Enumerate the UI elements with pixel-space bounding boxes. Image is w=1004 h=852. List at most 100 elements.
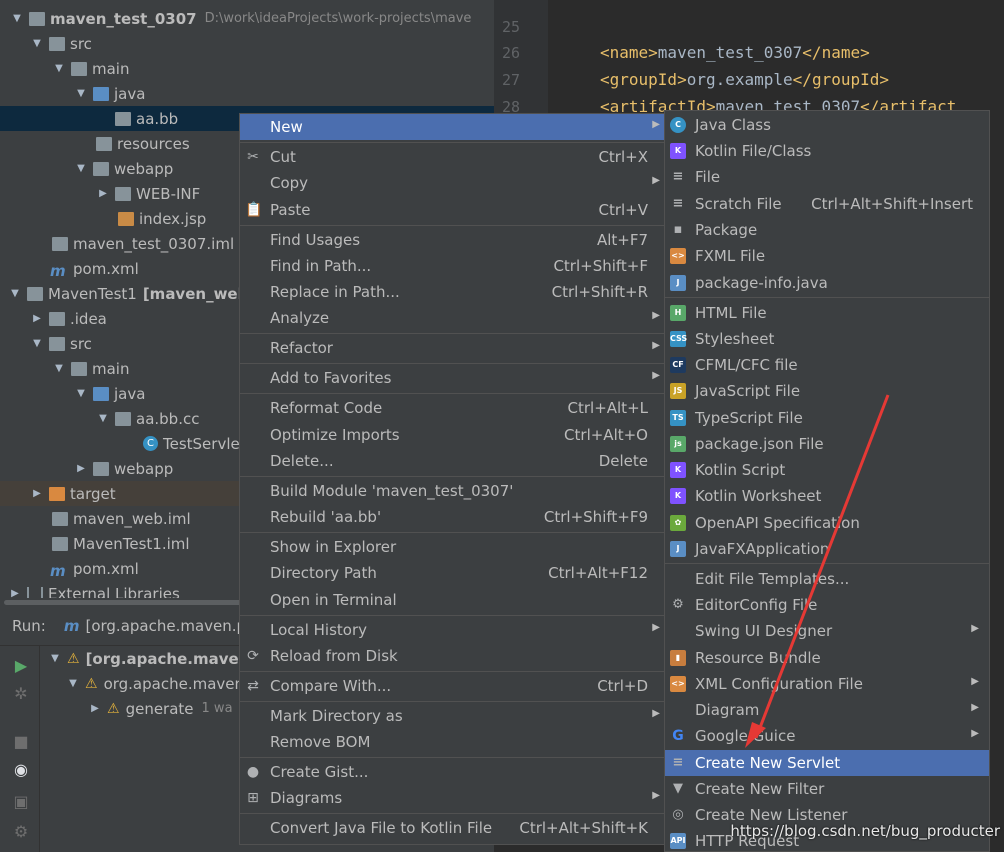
submenu-item-editorconfig-file[interactable]: ⚙ EditorConfig File bbox=[665, 592, 989, 618]
menu-item-copy[interactable]: Copy ▶ bbox=[240, 170, 664, 196]
menu-item-refactor[interactable]: Refactor ▶ bbox=[240, 335, 664, 361]
submenu-item-javafxapplication[interactable]: J JavaFXApplication bbox=[665, 536, 989, 562]
submenu-item-scratch-file[interactable]: ≡ Scratch File Ctrl+Alt+Shift+Insert bbox=[665, 191, 989, 217]
run-tree-row[interactable]: ▼ ⚠ org.apache.maven bbox=[66, 671, 244, 696]
menu-item-rebuild-aa-bb[interactable]: Rebuild 'aa.bb' Ctrl+Shift+F9 bbox=[240, 504, 664, 530]
menu-item-compare-with[interactable]: ⇄ Compare With... Ctrl+D bbox=[240, 673, 664, 699]
cfml-file-icon: CF bbox=[670, 357, 686, 373]
run-icon[interactable]: ▶ bbox=[12, 656, 30, 675]
submenu-item-create-new-filter[interactable]: ▼ Create New Filter bbox=[665, 776, 989, 802]
chevron-down-icon[interactable]: ▼ bbox=[30, 338, 44, 349]
submenu-item-stylesheet[interactable]: CSS Stylesheet bbox=[665, 326, 989, 352]
menu-item-remove-bom[interactable]: Remove BOM bbox=[240, 729, 664, 755]
submenu-item-javascript-file[interactable]: JS JavaScript File bbox=[665, 378, 989, 404]
menu-item-label: Optimize Imports bbox=[270, 426, 400, 444]
submenu-item-kotlin-file-class[interactable]: K Kotlin File/Class bbox=[665, 138, 989, 164]
menu-item-label: Delete... bbox=[270, 452, 334, 470]
chevron-right-icon[interactable]: ▶ bbox=[30, 488, 44, 499]
menu-item-convert-java-file-to-kotlin-file[interactable]: Convert Java File to Kotlin File Ctrl+Alt… bbox=[240, 815, 664, 841]
tree-row-src[interactable]: ▼ src bbox=[0, 31, 494, 56]
chevron-down-icon[interactable]: ▼ bbox=[74, 88, 88, 99]
submenu-item-kotlin-worksheet[interactable]: K Kotlin Worksheet bbox=[665, 483, 989, 509]
chevron-right-icon[interactable]: ▶ bbox=[30, 313, 44, 324]
submenu-item-html-file[interactable]: H HTML File bbox=[665, 300, 989, 326]
submenu-item-xml-configuration-file[interactable]: <> XML Configuration File ▶ bbox=[665, 671, 989, 697]
chevron-down-icon[interactable]: ▼ bbox=[48, 653, 62, 664]
menu-separator bbox=[240, 333, 664, 334]
menu-item-delete[interactable]: Delete... Delete bbox=[240, 448, 664, 474]
menu-item-paste[interactable]: 📋 Paste Ctrl+V bbox=[240, 197, 664, 223]
submenu-item-kotlin-script[interactable]: K Kotlin Script bbox=[665, 457, 989, 483]
menu-item-open-in-terminal[interactable]: Open in Terminal bbox=[240, 587, 664, 613]
chevron-down-icon[interactable]: ▼ bbox=[10, 13, 24, 24]
run-tab[interactable]: [org.apache.maven.p bbox=[85, 617, 246, 635]
menu-item-replace-in-path[interactable]: Replace in Path... Ctrl+Shift+R bbox=[240, 279, 664, 305]
submenu-item-google-guice[interactable]: G Google Guice ▶ bbox=[665, 723, 989, 749]
submenu-item-diagram[interactable]: Diagram ▶ bbox=[665, 697, 989, 723]
submenu-item-cfml-cfc-file[interactable]: CF CFML/CFC file bbox=[665, 352, 989, 378]
submenu-item-openapi-specification[interactable]: ✿ OpenAPI Specification bbox=[665, 510, 989, 536]
chevron-down-icon[interactable]: ▼ bbox=[74, 163, 88, 174]
menu-item-reload-from-disk[interactable]: ⟳ Reload from Disk bbox=[240, 643, 664, 669]
menu-item-create-gist[interactable]: ● Create Gist... bbox=[240, 759, 664, 785]
submenu-item-create-new-servlet[interactable]: ≡ Create New Servlet bbox=[665, 750, 989, 776]
editorconfig-icon: ⚙ bbox=[672, 597, 684, 612]
menu-item-find-in-path[interactable]: Find in Path... Ctrl+Shift+F bbox=[240, 253, 664, 279]
submenu-item-file[interactable]: ≡ File bbox=[665, 164, 989, 190]
source-folder-icon bbox=[93, 86, 109, 101]
menu-item-diagrams[interactable]: ⊞ Diagrams ▶ bbox=[240, 785, 664, 811]
settings-icon[interactable]: ⚙ bbox=[12, 822, 30, 841]
tree-row-project-root[interactable]: ▼ maven_test_0307 D:\work\ideaProjects\w… bbox=[0, 6, 494, 31]
submenu-item-fxml-file[interactable]: <> FXML File bbox=[665, 243, 989, 269]
chevron-right-icon[interactable]: ▶ bbox=[74, 463, 88, 474]
menu-item-analyze[interactable]: Analyze ▶ bbox=[240, 305, 664, 331]
menu-item-optimize-imports[interactable]: Optimize Imports Ctrl+Alt+O bbox=[240, 422, 664, 448]
menu-item-local-history[interactable]: Local History ▶ bbox=[240, 617, 664, 643]
menu-item-reformat-code[interactable]: Reformat Code Ctrl+Alt+L bbox=[240, 395, 664, 421]
menu-item-find-usages[interactable]: Find Usages Alt+F7 bbox=[240, 227, 664, 253]
menu-shortcut: Ctrl+Alt+Shift+Insert bbox=[811, 195, 973, 213]
submenu-arrow-icon: ▶ bbox=[652, 310, 660, 321]
xml-tag: </name> bbox=[802, 43, 870, 62]
chevron-down-icon[interactable]: ▼ bbox=[52, 363, 66, 374]
stop-icon[interactable]: ■ bbox=[12, 732, 30, 751]
menu-item-directory-path[interactable]: Directory Path Ctrl+Alt+F12 bbox=[240, 560, 664, 586]
tree-label: src bbox=[70, 334, 92, 353]
menu-item-label: Cut bbox=[270, 148, 296, 166]
menu-item-add-to-favorites[interactable]: Add to Favorites ▶ bbox=[240, 365, 664, 391]
menu-item-new[interactable]: New ▶ bbox=[240, 114, 664, 140]
chevron-right-icon[interactable]: ▶ bbox=[88, 703, 102, 714]
submenu-item-package-json-file[interactable]: js package.json File bbox=[665, 431, 989, 457]
module-name: [maven_web bbox=[142, 284, 249, 303]
submenu-item-java-class[interactable]: C Java Class bbox=[665, 112, 989, 138]
submenu-item-package[interactable]: ▪ Package bbox=[665, 217, 989, 243]
submenu-item-edit-file-templates[interactable]: Edit File Templates... bbox=[665, 566, 989, 592]
chevron-down-icon[interactable]: ▼ bbox=[96, 413, 110, 424]
chevron-right-icon[interactable]: ▶ bbox=[96, 188, 110, 199]
tree-row-java[interactable]: ▼ java bbox=[0, 81, 494, 106]
run-tree-row[interactable]: ▶ ⚠ generate 1 wa bbox=[88, 696, 232, 721]
chevron-down-icon[interactable]: ▼ bbox=[30, 38, 44, 49]
submenu-arrow-icon: ▶ bbox=[652, 708, 660, 719]
submenu-item-resource-bundle[interactable]: ▮ Resource Bundle bbox=[665, 645, 989, 671]
submenu-item-swing-ui-designer[interactable]: Swing UI Designer ▶ bbox=[665, 618, 989, 644]
chevron-down-icon[interactable]: ▼ bbox=[66, 678, 80, 689]
debug-icon[interactable]: ✲ bbox=[12, 684, 30, 703]
submenu-item-typescript-file[interactable]: TS TypeScript File bbox=[665, 405, 989, 431]
scrollbar-thumb[interactable] bbox=[4, 600, 264, 605]
chevron-down-icon[interactable]: ▼ bbox=[52, 63, 66, 74]
camera-icon[interactable]: ▣ bbox=[12, 792, 30, 811]
folder-icon bbox=[71, 361, 87, 376]
submenu-arrow-icon: ▶ bbox=[652, 340, 660, 351]
menu-item-cut[interactable]: ✂ Cut Ctrl+X bbox=[240, 144, 664, 170]
menu-item-show-in-explorer[interactable]: Show in Explorer bbox=[240, 534, 664, 560]
menu-item-build-module-maven-test-0307[interactable]: Build Module 'maven_test_0307' bbox=[240, 478, 664, 504]
eye-icon[interactable]: ◉ bbox=[12, 760, 30, 779]
run-label: Run: bbox=[12, 616, 46, 635]
run-tree-row[interactable]: ▼ ⚠ [org.apache.maven. bbox=[48, 646, 255, 671]
tree-row-main[interactable]: ▼ main bbox=[0, 56, 494, 81]
chevron-down-icon[interactable]: ▼ bbox=[74, 388, 88, 399]
menu-item-mark-directory-as[interactable]: Mark Directory as ▶ bbox=[240, 703, 664, 729]
submenu-item-package-info-java[interactable]: Jpackage-info.java bbox=[665, 270, 989, 296]
chevron-down-icon[interactable]: ▼ bbox=[8, 288, 22, 299]
